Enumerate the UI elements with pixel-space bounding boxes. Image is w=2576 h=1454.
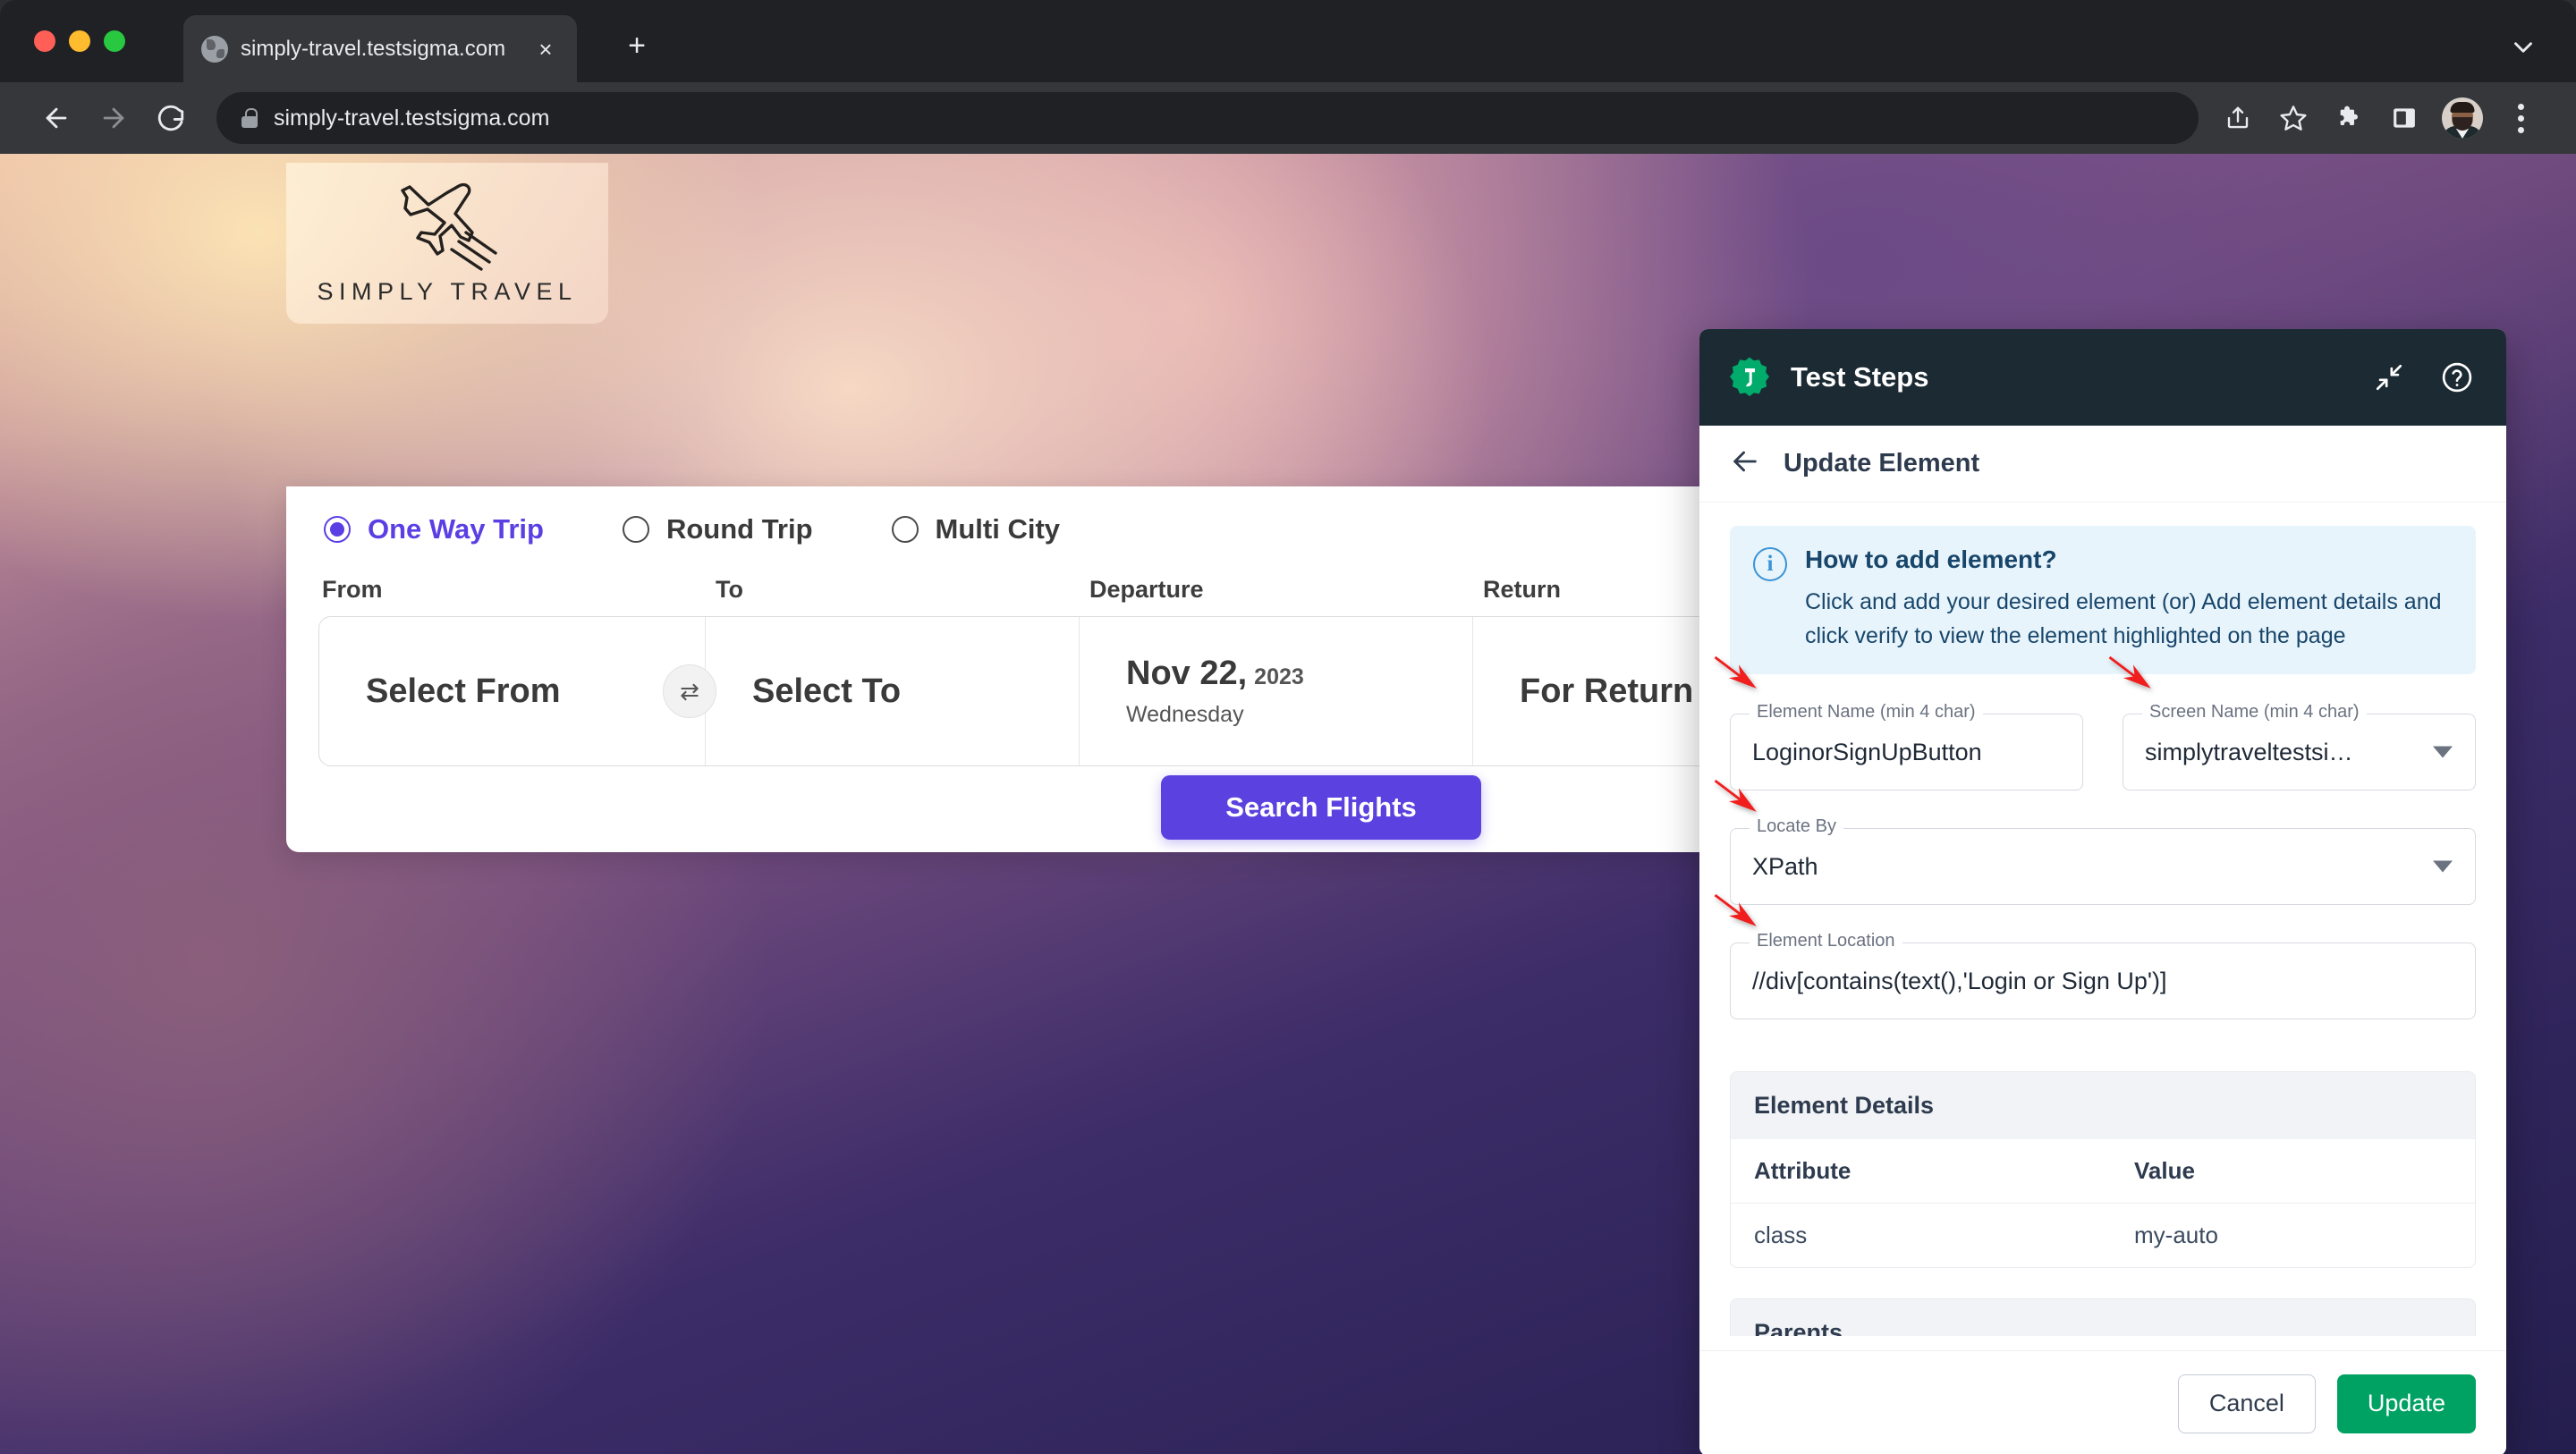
chevron-down-icon — [2433, 860, 2453, 873]
departure-date-text: Nov 22, — [1126, 655, 1248, 692]
table-row: class my-auto — [1731, 1203, 2475, 1267]
share-icon[interactable] — [2213, 93, 2263, 143]
info-body: Click and add your desired element (or) … — [1805, 589, 2442, 648]
panel-body: i How to add element? Click and add your… — [1699, 503, 2506, 1350]
close-window-button[interactable] — [34, 30, 55, 52]
form-row-1: Element Name (min 4 char) LoginorSignUpB… — [1714, 655, 2476, 790]
panel-subtitle: Update Element — [1784, 449, 1980, 478]
trip-type-label: Round Trip — [665, 513, 813, 545]
url-text: simply-travel.testsigma.com — [274, 105, 550, 131]
new-tab-button[interactable]: + — [617, 27, 657, 66]
element-name-input[interactable]: LoginorSignUpButton — [1730, 714, 2083, 790]
element-location-input[interactable]: //div[contains(text(),'Login or Sign Up'… — [1730, 943, 2476, 1019]
lock-icon — [242, 108, 258, 128]
trip-type-label: One Way Trip — [368, 513, 544, 545]
browser-tab[interactable]: simply-travel.testsigma.com × — [183, 15, 577, 82]
browser-window: simply-travel.testsigma.com × + simply-t… — [0, 0, 2576, 1454]
parents-card: Parents — [1730, 1298, 2476, 1336]
from-field[interactable]: Select From — [319, 617, 706, 765]
column-header-value: Value — [2134, 1157, 2195, 1184]
departure-date: Nov 22, 2023 — [1126, 655, 1472, 693]
swap-icon[interactable]: ⇄ — [663, 664, 716, 718]
search-flights-button[interactable]: Search Flights — [1161, 775, 1481, 840]
chevron-down-icon — [2433, 746, 2453, 758]
panel-footer: Cancel Update — [1699, 1350, 2506, 1454]
radio-icon — [622, 516, 649, 543]
element-name-label: Element Name (min 4 char) — [1750, 702, 1983, 723]
address-bar: simply-travel.testsigma.com — [0, 82, 2576, 154]
attribute-name: class — [1754, 1222, 1808, 1248]
side-panel-icon[interactable] — [2379, 93, 2429, 143]
radio-icon — [324, 516, 351, 543]
locate-by-label: Locate By — [1750, 816, 1843, 837]
page-viewport: SIMPLY TRAVEL One Way Trip Round Trip Mu… — [0, 154, 2576, 1454]
to-field[interactable]: Select To — [706, 617, 1080, 765]
maximize-window-button[interactable] — [104, 30, 125, 52]
element-name-field-wrap: Element Name (min 4 char) LoginorSignUpB… — [1714, 655, 2083, 790]
departure-year: 2023 — [1254, 664, 1304, 689]
trip-type-multi-city[interactable]: Multi City — [891, 513, 1061, 545]
info-icon: i — [1753, 547, 1787, 581]
test-steps-panel: Test Steps Update Element i How to add e… — [1699, 329, 2506, 1454]
forward-arrow-icon[interactable] — [88, 92, 140, 144]
window-traffic-lights — [34, 30, 125, 52]
chevron-down-icon[interactable] — [2508, 32, 2538, 63]
screen-name-label: Screen Name (min 4 char) — [2142, 702, 2367, 723]
minimize-window-button[interactable] — [69, 30, 90, 52]
departure-weekday: Wednesday — [1126, 702, 1244, 727]
back-arrow-icon[interactable] — [30, 92, 82, 144]
extensions-puzzle-icon[interactable] — [2324, 93, 2374, 143]
testsigma-logo-icon — [1728, 356, 1771, 399]
departure-field[interactable]: Nov 22, 2023 Wednesday — [1080, 617, 1473, 765]
info-title: How to add element? — [1805, 545, 2057, 573]
screen-name-value: simplytraveltestsi… — [2145, 738, 2353, 765]
site-logo[interactable]: SIMPLY TRAVEL — [286, 163, 608, 324]
help-icon[interactable] — [2436, 357, 2478, 398]
browser-toolbar-icons — [2207, 93, 2546, 143]
element-location-label: Element Location — [1750, 931, 1902, 951]
field-header-departure: Departure — [1089, 576, 1204, 603]
trip-type-one-way[interactable]: One Way Trip — [324, 513, 544, 545]
close-icon[interactable]: × — [532, 38, 559, 61]
site-logo-text: SIMPLY TRAVEL — [317, 277, 578, 305]
field-header-from: From — [322, 576, 383, 603]
element-details-title: Element Details — [1731, 1072, 2475, 1139]
airplane-icon — [401, 182, 497, 271]
element-location-field-wrap: Element Location //div[contains(text(),'… — [1714, 893, 2476, 1019]
locate-by-field-wrap: Locate By XPath — [1714, 779, 2476, 905]
back-arrow-icon[interactable] — [1730, 446, 1760, 481]
screen-name-select[interactable]: simplytraveltestsi… — [2123, 714, 2476, 790]
radio-icon — [891, 516, 919, 543]
panel-title: Test Steps — [1791, 361, 1929, 393]
profile-avatar[interactable] — [2442, 97, 2483, 139]
update-button[interactable]: Update — [2336, 1374, 2476, 1433]
trip-type-label: Multi City — [935, 513, 1061, 545]
column-header-attribute: Attribute — [1754, 1157, 1852, 1184]
element-details-card: Element Details Attribute Value class my… — [1730, 1071, 2476, 1268]
url-omnibox[interactable]: simply-travel.testsigma.com — [216, 92, 2199, 144]
element-details-header-row: Attribute Value — [1731, 1139, 2475, 1203]
globe-icon — [201, 35, 228, 63]
collapse-icon[interactable] — [2368, 357, 2410, 398]
locate-by-select[interactable]: XPath — [1730, 828, 2476, 905]
from-value: Select From — [366, 672, 561, 710]
cancel-button[interactable]: Cancel — [2177, 1374, 2316, 1433]
reload-icon[interactable] — [145, 92, 197, 144]
tab-title: simply-travel.testsigma.com — [241, 36, 506, 61]
element-name-value: LoginorSignUpButton — [1752, 738, 1982, 765]
element-location-value: //div[contains(text(),'Login or Sign Up'… — [1752, 967, 2167, 994]
to-value: Select To — [752, 672, 902, 710]
panel-header: Test Steps — [1699, 329, 2506, 426]
field-header-to: To — [716, 576, 743, 603]
attribute-value: my-auto — [2134, 1222, 2218, 1248]
screen-name-field-wrap: Screen Name (min 4 char) simplytraveltes… — [2108, 655, 2476, 790]
bookmark-star-icon[interactable] — [2268, 93, 2318, 143]
tab-strip: simply-travel.testsigma.com × + — [0, 0, 2576, 82]
more-menu-icon[interactable] — [2496, 93, 2546, 143]
parents-title: Parents — [1731, 1299, 2475, 1336]
panel-subheader: Update Element — [1699, 426, 2506, 503]
how-to-add-element-info: i How to add element? Click and add your… — [1730, 526, 2476, 674]
trip-type-round-trip[interactable]: Round Trip — [622, 513, 813, 545]
locate-by-value: XPath — [1752, 852, 1818, 880]
